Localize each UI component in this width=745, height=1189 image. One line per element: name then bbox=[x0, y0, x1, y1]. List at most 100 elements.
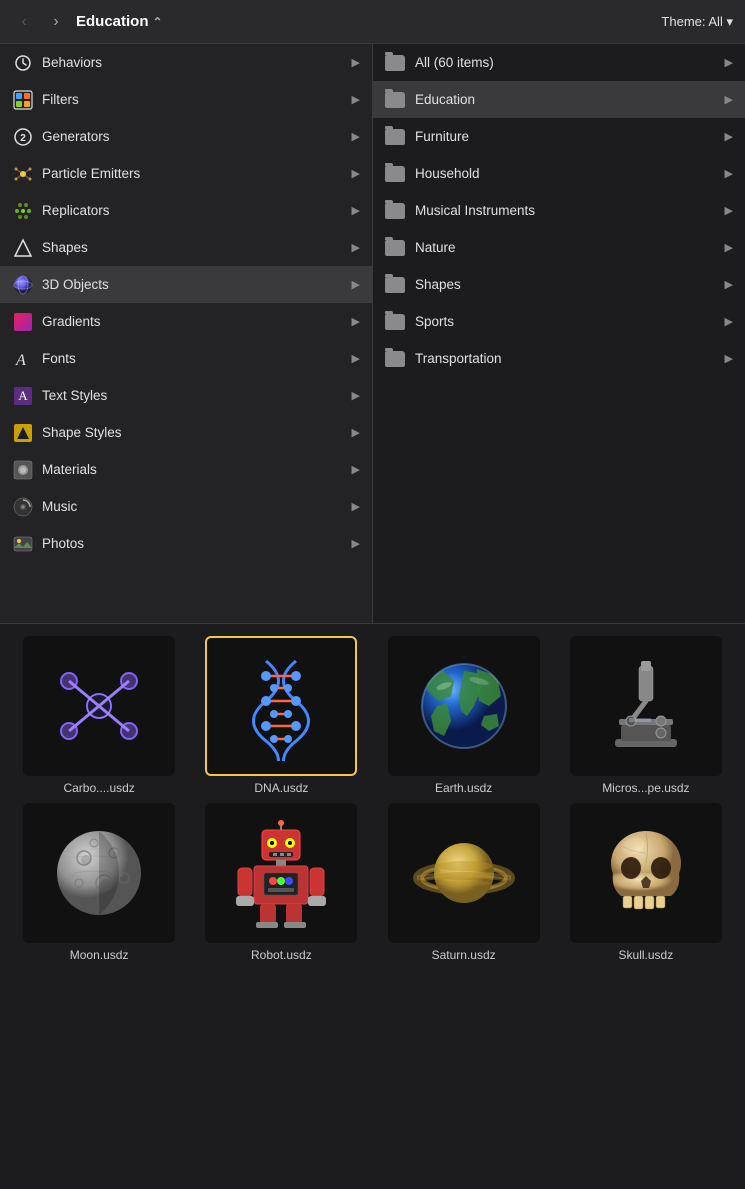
photos-icon bbox=[12, 533, 34, 555]
thumb-carbo[interactable]: Carbo....usdz bbox=[12, 636, 186, 795]
sidebar-item-particle-emitters[interactable]: Particle Emitters ▶ bbox=[0, 155, 372, 192]
category-shapes[interactable]: Shapes ▶ bbox=[373, 266, 745, 303]
category-household[interactable]: Household ▶ bbox=[373, 155, 745, 192]
thumb-carbo-label: Carbo....usdz bbox=[63, 781, 134, 795]
filters-arrow: ▶ bbox=[352, 93, 360, 106]
replicators-arrow: ▶ bbox=[352, 204, 360, 217]
category-education-arrow: ▶ bbox=[725, 93, 733, 106]
thumb-microscope[interactable]: Micros...pe.usdz bbox=[559, 636, 733, 795]
shapes-label: Shapes bbox=[42, 240, 88, 255]
earth-svg bbox=[409, 651, 519, 761]
3d-objects-arrow: ▶ bbox=[352, 278, 360, 291]
category-all-label: All (60 items) bbox=[415, 55, 494, 70]
text-styles-label: Text Styles bbox=[42, 388, 107, 403]
sidebar-item-gradients[interactable]: Gradients ▶ bbox=[0, 303, 372, 340]
folder-musical-icon bbox=[385, 203, 405, 219]
category-nature-label: Nature bbox=[415, 240, 456, 255]
thumb-earth[interactable]: Earth.usdz bbox=[377, 636, 551, 795]
category-household-label: Household bbox=[415, 166, 480, 181]
sidebar-item-music[interactable]: Music ▶ bbox=[0, 488, 372, 525]
folder-sports-icon bbox=[385, 314, 405, 330]
thumb-skull[interactable]: Skull.usdz bbox=[559, 803, 733, 962]
thumb-saturn-label: Saturn.usdz bbox=[432, 948, 496, 962]
category-transportation[interactable]: Transportation ▶ bbox=[373, 340, 745, 377]
browser-title: Education bbox=[76, 13, 149, 30]
category-nature-arrow: ▶ bbox=[725, 241, 733, 254]
saturn-svg bbox=[409, 818, 519, 928]
materials-arrow: ▶ bbox=[352, 463, 360, 476]
top-bar: ‹ › Education ⌃ Theme: All ▾ bbox=[0, 0, 745, 44]
sidebar-item-shapes[interactable]: Shapes ▶ bbox=[0, 229, 372, 266]
music-arrow: ▶ bbox=[352, 500, 360, 513]
category-nature[interactable]: Nature ▶ bbox=[373, 229, 745, 266]
theme-selector[interactable]: Theme: All ▾ bbox=[661, 14, 733, 30]
skull-svg bbox=[591, 818, 701, 928]
thumb-robot[interactable]: Robot.usdz bbox=[194, 803, 368, 962]
sidebar-item-materials[interactable]: Materials ▶ bbox=[0, 451, 372, 488]
sidebar-item-replicators[interactable]: Replicators ▶ bbox=[0, 192, 372, 229]
music-icon bbox=[12, 496, 34, 518]
text-styles-icon: A bbox=[12, 385, 34, 407]
sidebar-item-3d-objects[interactable]: 3D Objects ▶ bbox=[0, 266, 372, 303]
sidebar-item-generators[interactable]: 2 Generators ▶ bbox=[0, 118, 372, 155]
particle-emitters-label: Particle Emitters bbox=[42, 166, 140, 181]
title-dropdown[interactable]: Education ⌃ bbox=[76, 13, 163, 30]
theme-label: Theme: All bbox=[661, 14, 722, 29]
behaviors-arrow: ▶ bbox=[352, 56, 360, 69]
photos-arrow: ▶ bbox=[352, 537, 360, 550]
generators-arrow: ▶ bbox=[352, 130, 360, 143]
category-sports[interactable]: Sports ▶ bbox=[373, 303, 745, 340]
fonts-arrow: ▶ bbox=[352, 352, 360, 365]
thumb-saturn-img bbox=[388, 803, 540, 943]
category-shapes-label: Shapes bbox=[415, 277, 461, 292]
behaviors-icon bbox=[12, 52, 34, 74]
sidebar-item-fonts[interactable]: A Fonts ▶ bbox=[0, 340, 372, 377]
category-panel: All (60 items) ▶ Education ▶ Furniture ▶… bbox=[373, 44, 745, 623]
sidebar-item-shape-styles[interactable]: Shape Styles ▶ bbox=[0, 414, 372, 451]
3d-objects-label: 3D Objects bbox=[42, 277, 109, 292]
sidebar-item-photos[interactable]: Photos ▶ bbox=[0, 525, 372, 562]
folder-all-icon bbox=[385, 55, 405, 71]
category-sports-label: Sports bbox=[415, 314, 454, 329]
thumb-robot-label: Robot.usdz bbox=[251, 948, 312, 962]
forward-button[interactable]: › bbox=[44, 10, 68, 34]
sidebar-item-text-styles[interactable]: A Text Styles ▶ bbox=[0, 377, 372, 414]
title-chevron: ⌃ bbox=[153, 15, 163, 29]
filters-label: Filters bbox=[42, 92, 79, 107]
sidebar-item-filters[interactable]: Filters ▶ bbox=[0, 81, 372, 118]
category-furniture[interactable]: Furniture ▶ bbox=[373, 118, 745, 155]
thumb-moon[interactable]: Moon.usdz bbox=[12, 803, 186, 962]
browser-panel: Behaviors ▶ Filters ▶ 2 bbox=[0, 44, 745, 624]
carbo-svg bbox=[44, 651, 154, 761]
folder-education-icon bbox=[385, 92, 405, 108]
category-all[interactable]: All (60 items) ▶ bbox=[373, 44, 745, 81]
thumb-skull-img bbox=[570, 803, 722, 943]
fonts-label: Fonts bbox=[42, 351, 76, 366]
thumb-microscope-img bbox=[570, 636, 722, 776]
microscope-svg bbox=[591, 651, 701, 761]
theme-chevron: ▾ bbox=[726, 14, 733, 29]
thumb-dna-label: DNA.usdz bbox=[254, 781, 308, 795]
sidebar-item-behaviors[interactable]: Behaviors ▶ bbox=[0, 44, 372, 81]
thumb-robot-img bbox=[205, 803, 357, 943]
thumb-dna-img bbox=[205, 636, 357, 776]
category-household-arrow: ▶ bbox=[725, 167, 733, 180]
thumb-dna[interactable]: DNA.usdz bbox=[194, 636, 368, 795]
fonts-icon: A bbox=[12, 348, 34, 370]
folder-shapes-icon bbox=[385, 277, 405, 293]
shape-styles-icon bbox=[12, 422, 34, 444]
svg-text:2: 2 bbox=[20, 133, 26, 144]
category-shapes-arrow: ▶ bbox=[725, 278, 733, 291]
text-styles-arrow: ▶ bbox=[352, 389, 360, 402]
thumb-saturn[interactable]: Saturn.usdz bbox=[377, 803, 551, 962]
category-musical-instruments[interactable]: Musical Instruments ▶ bbox=[373, 192, 745, 229]
folder-furniture-icon bbox=[385, 129, 405, 145]
category-musical-label: Musical Instruments bbox=[415, 203, 535, 218]
music-label: Music bbox=[42, 499, 77, 514]
category-education[interactable]: Education ▶ bbox=[373, 81, 745, 118]
thumb-microscope-label: Micros...pe.usdz bbox=[602, 781, 689, 795]
back-button[interactable]: ‹ bbox=[12, 10, 36, 34]
gradients-label: Gradients bbox=[42, 314, 101, 329]
shape-styles-arrow: ▶ bbox=[352, 426, 360, 439]
category-transportation-label: Transportation bbox=[415, 351, 502, 366]
